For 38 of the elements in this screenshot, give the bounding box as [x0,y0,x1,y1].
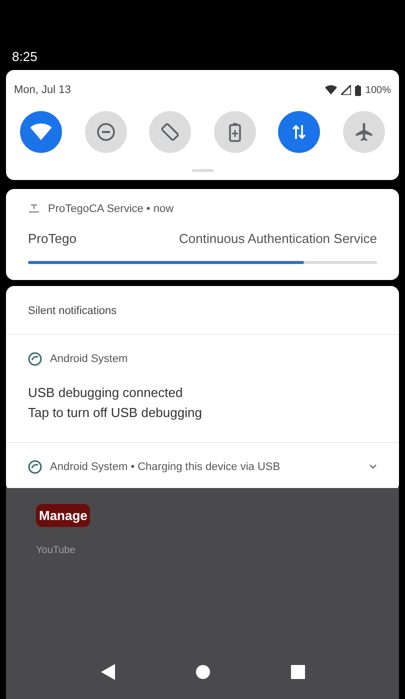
manage-button[interactable]: Manage [36,504,90,527]
quick-settings-tile[interactable] [149,110,192,152]
notification-text: Tap to turn off USB debugging [28,404,203,422]
battery-saver-icon [228,122,242,142]
quick-settings-tile[interactable] [278,110,320,152]
app-icon [28,460,42,474]
signal-icon [341,85,352,96]
data-arrows-icon [291,122,308,140]
section-title: Silent notifications [28,304,117,316]
quick-settings-tile[interactable] [342,110,385,152]
notification-item[interactable]: Android System • Charging this device via USB [6,443,399,492]
notification-header: ProTegoCA Service • now [48,202,174,216]
app-name: Android System [50,352,128,366]
back-icon[interactable] [100,664,114,680]
app-icon [28,352,42,366]
battery-icon [355,84,362,96]
wifi-icon [325,85,338,96]
quick-settings-tile[interactable] [20,110,62,152]
battery-percent: 100% [365,84,391,98]
minus-circle-icon [96,122,116,142]
quick-settings-tile[interactable] [84,110,127,152]
app-name: Android System • Charging this device via USB [50,460,280,475]
recents-icon[interactable] [290,665,304,679]
notification-card[interactable]: ProTegoCA Service • now ProTego Continuous Authentication Service [6,188,399,280]
date-text: Mon, Jul 13 [14,83,71,98]
airplane-icon [354,122,374,142]
clock-time: 8:25 [12,48,38,66]
notification-text: Continuous Authentication Service [178,230,377,248]
notification-title: USB debugging connected [28,384,184,402]
chevron-down-icon[interactable] [369,464,377,470]
drag-handle[interactable] [192,168,214,172]
home-icon[interactable] [196,665,210,679]
wifi-icon [30,122,52,140]
notification-title: ProTego [28,230,76,248]
app-label: YouTube [36,544,76,558]
rotate-icon [160,122,180,142]
quick-settings-tile[interactable] [214,110,256,152]
notification-item[interactable]: Android System USB debugging connected Tap to turn off USB debugging [6,334,399,443]
